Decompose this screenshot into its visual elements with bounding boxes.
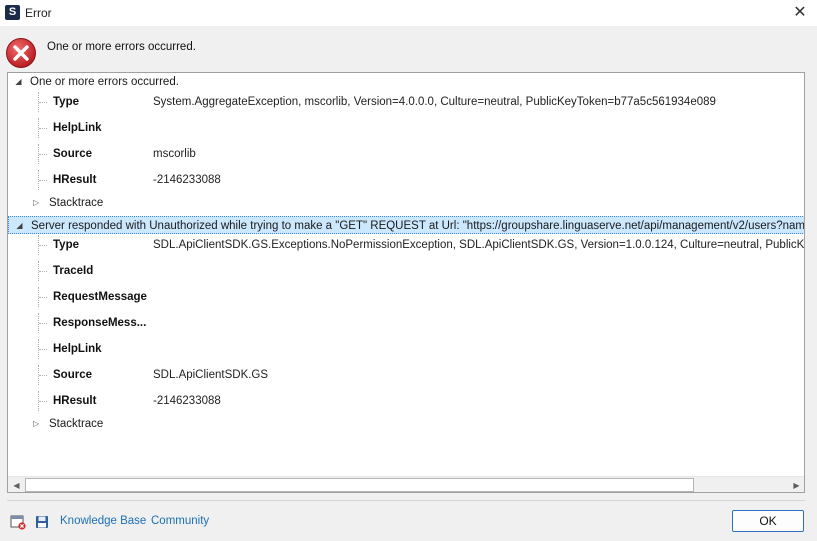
property-row[interactable]: RequestMessage [8, 287, 804, 307]
error-x-icon [6, 38, 36, 68]
tree-connector [38, 287, 49, 307]
community-link[interactable]: Community [151, 515, 209, 527]
collapse-triangle-icon[interactable]: ◢ [15, 217, 24, 235]
expand-triangle-icon[interactable]: ▷ [33, 194, 39, 212]
tree-connector [38, 144, 49, 164]
tree-connector [38, 118, 49, 138]
tree-connector [38, 92, 49, 112]
exception-node[interactable]: ◢ Server responded with Unauthorized whil… [8, 216, 805, 235]
scroll-left-arrow-icon[interactable]: ◀ [8, 477, 25, 492]
tree-connector [38, 261, 49, 281]
expand-triangle-icon[interactable]: ▷ [33, 415, 39, 433]
property-value: System.AggregateException, mscorlib, Ver… [153, 96, 716, 108]
stacktrace-label: Stacktrace [49, 418, 104, 430]
property-name: ResponseMess... [53, 317, 147, 329]
knowledge-base-link[interactable]: Knowledge Base [60, 515, 146, 527]
title-bar: S Error ✕ [0, 0, 817, 26]
property-name: HelpLink [53, 343, 102, 355]
tree-connector [38, 235, 49, 255]
property-row[interactable]: HResult -2146233088 [8, 170, 804, 190]
property-name: RequestMessage [53, 291, 147, 303]
exception-message: Server responded with Unauthorized while… [31, 220, 805, 232]
property-value: SDL.ApiClientSDK.GS [153, 369, 269, 381]
property-row[interactable]: HelpLink [8, 339, 804, 359]
error-message: One or more errors occurred. [47, 41, 196, 53]
scroll-right-arrow-icon[interactable]: ▶ [788, 477, 804, 492]
tree-viewport: ◢ One or more errors occurred. Type System.… [8, 73, 805, 476]
error-header: One or more errors occurred. [0, 26, 817, 72]
close-button[interactable]: ✕ [783, 0, 817, 26]
property-row[interactable]: HelpLink [8, 118, 804, 138]
property-name: Source [53, 369, 92, 381]
property-row[interactable]: HResult -2146233088 [8, 391, 804, 411]
property-value: SDL.ApiClientSDK.GS.Exceptions.NoPermiss… [153, 239, 805, 251]
stacktrace-label: Stacktrace [49, 197, 104, 209]
property-value: -2146233088 [153, 174, 221, 186]
collapse-triangle-icon[interactable]: ◢ [14, 73, 23, 91]
property-name: Source [53, 148, 92, 160]
error-dialog: S Error ✕ One or more errors occurred. ◢… [0, 0, 817, 541]
property-value: mscorlib [153, 148, 196, 160]
property-name: Type [53, 96, 79, 108]
property-name: Type [53, 239, 79, 251]
property-row[interactable]: Type SDL.ApiClientSDK.GS.Exceptions.NoPer… [8, 235, 805, 255]
property-name: HResult [53, 395, 97, 407]
property-name: TraceId [53, 265, 94, 277]
property-name: HelpLink [53, 122, 102, 134]
window-title: Error [25, 6, 52, 20]
tree-connector [38, 339, 49, 359]
tree-connector [38, 313, 49, 333]
log-error-icon[interactable] [10, 514, 26, 530]
property-row[interactable]: ResponseMess... [8, 313, 804, 333]
app-icon: S [5, 5, 20, 20]
floppy-save-icon[interactable] [34, 514, 50, 530]
exception-tree[interactable]: ◢ One or more errors occurred. Type System.… [7, 72, 805, 493]
property-value: -2146233088 [153, 395, 221, 407]
footer-divider [7, 500, 805, 501]
scrollbar-thumb[interactable] [25, 478, 694, 492]
property-name: HResult [53, 174, 97, 186]
property-row[interactable]: Source SDL.ApiClientSDK.GS [8, 365, 804, 385]
tree-connector [38, 391, 49, 411]
property-row[interactable]: TraceId [8, 261, 804, 281]
exception-message: One or more errors occurred. [30, 76, 179, 88]
property-row[interactable]: Type System.AggregateException, mscorlib,… [8, 92, 804, 112]
horizontal-scrollbar[interactable]: ◀ ▶ [8, 476, 804, 492]
property-row[interactable]: Source mscorlib [8, 144, 804, 164]
ok-button[interactable]: OK [732, 510, 804, 532]
tree-connector [38, 365, 49, 385]
tree-connector [38, 170, 49, 190]
